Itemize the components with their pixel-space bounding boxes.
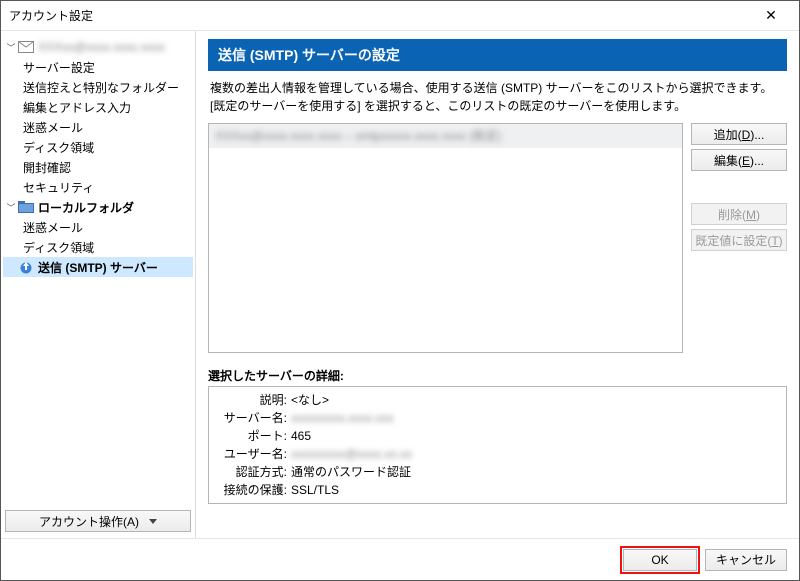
detail-description: 説明: <なし> — [217, 391, 778, 409]
account-settings-window: アカウント設定 ✕ ﹀ XXXxx@xxxx.xxxx.xxxx サーバー設定 … — [0, 0, 800, 581]
dialog-footer: OK キャンセル — [1, 538, 799, 580]
detail-security: 接続の保護: SSL/TLS — [217, 481, 778, 499]
mail-icon — [18, 40, 34, 54]
server-details: 選択したサーバーの詳細: 説明: <なし> サーバー名: xxxxxxxxx.x… — [208, 367, 787, 504]
outgoing-icon — [18, 260, 34, 274]
account-actions-label: アカウント操作(A) — [39, 513, 139, 530]
tree-item-receipts[interactable]: 開封確認 — [3, 157, 193, 177]
panel-header: 送信 (SMTP) サーバーの設定 — [208, 39, 787, 71]
tree-item-security[interactable]: セキュリティ — [3, 177, 193, 197]
edit-button[interactable]: 編集(E)... — [691, 149, 787, 171]
close-icon: ✕ — [765, 7, 777, 24]
tree-item-local-disk[interactable]: ディスク領域 — [3, 237, 193, 257]
detail-auth: 認証方式: 通常のパスワード認証 — [217, 463, 778, 481]
add-button[interactable]: 追加(D)... — [691, 123, 787, 145]
server-buttons: 追加(D)... 編集(E)... 削除(M) 既定値に設定(T) — [691, 123, 787, 353]
account-name: XXXxx@xxxx.xxxx.xxxx — [38, 40, 165, 54]
cancel-button[interactable]: キャンセル — [705, 549, 787, 571]
sidebar: ﹀ XXXxx@xxxx.xxxx.xxxx サーバー設定 送信控えと特別なフォ… — [1, 31, 196, 538]
tree-item-local-junk[interactable]: 迷惑メール — [3, 217, 193, 237]
details-box: 説明: <なし> サーバー名: xxxxxxxxx.xxxx.xxx ポート: … — [208, 386, 787, 504]
details-title: 選択したサーバーの詳細: — [208, 367, 787, 384]
smtp-label: 送信 (SMTP) サーバー — [38, 259, 158, 276]
ok-button[interactable]: OK — [623, 549, 697, 571]
server-section: XXXxx@xxxx.xxxx.xxxx – smtpxxxxx.xxxx.xx… — [208, 123, 787, 353]
titlebar: アカウント設定 ✕ — [1, 1, 799, 31]
tree-local-folders[interactable]: ﹀ ローカルフォルダ — [3, 197, 193, 217]
tree-item-junk[interactable]: 迷惑メール — [3, 117, 193, 137]
tree-item-disk[interactable]: ディスク領域 — [3, 137, 193, 157]
main-panel: 送信 (SMTP) サーバーの設定 複数の差出人情報を管理している場合、使用する… — [196, 31, 799, 538]
tree-item-smtp[interactable]: 送信 (SMTP) サーバー — [3, 257, 193, 277]
window-title: アカウント設定 — [9, 7, 751, 24]
smtp-server-item-label: XXXxx@xxxx.xxxx.xxxx – smtpxxxxx.xxxx.xx… — [215, 129, 501, 143]
chevron-down-icon[interactable]: ﹀ — [5, 201, 17, 213]
detail-username: ユーザー名: xxxxxxxxx@xxxx.xx.xx — [217, 445, 778, 463]
tree-account-root[interactable]: ﹀ XXXxx@xxxx.xxxx.xxxx — [3, 37, 193, 57]
local-folders-label: ローカルフォルダ — [38, 199, 134, 216]
delete-button: 削除(M) — [691, 203, 787, 225]
detail-port: ポート: 465 — [217, 427, 778, 445]
tree-item-server-settings[interactable]: サーバー設定 — [3, 57, 193, 77]
dialog-body: ﹀ XXXxx@xxxx.xxxx.xxxx サーバー設定 送信控えと特別なフォ… — [1, 31, 799, 538]
button-spacer — [691, 175, 787, 199]
panel-description: 複数の差出人情報を管理している場合、使用する送信 (SMTP) サーバーをこのリ… — [208, 71, 787, 123]
account-tree[interactable]: ﹀ XXXxx@xxxx.xxxx.xxxx サーバー設定 送信控えと特別なフォ… — [3, 35, 193, 506]
tree-item-copies-folders[interactable]: 送信控えと特別なフォルダー — [3, 77, 193, 97]
folder-icon — [18, 200, 34, 214]
chevron-down-icon[interactable]: ﹀ — [5, 41, 17, 53]
close-button[interactable]: ✕ — [751, 2, 791, 30]
detail-server-name: サーバー名: xxxxxxxxx.xxxx.xxx — [217, 409, 778, 427]
account-actions-button[interactable]: アカウント操作(A) — [5, 510, 191, 532]
tree-item-composition[interactable]: 編集とアドレス入力 — [3, 97, 193, 117]
smtp-server-item[interactable]: XXXxx@xxxx.xxxx.xxxx – smtpxxxxx.xxxx.xx… — [209, 124, 682, 148]
chevron-down-icon — [149, 519, 157, 524]
smtp-server-list[interactable]: XXXxx@xxxx.xxxx.xxxx – smtpxxxxx.xxxx.xx… — [208, 123, 683, 353]
set-default-button: 既定値に設定(T) — [691, 229, 787, 251]
